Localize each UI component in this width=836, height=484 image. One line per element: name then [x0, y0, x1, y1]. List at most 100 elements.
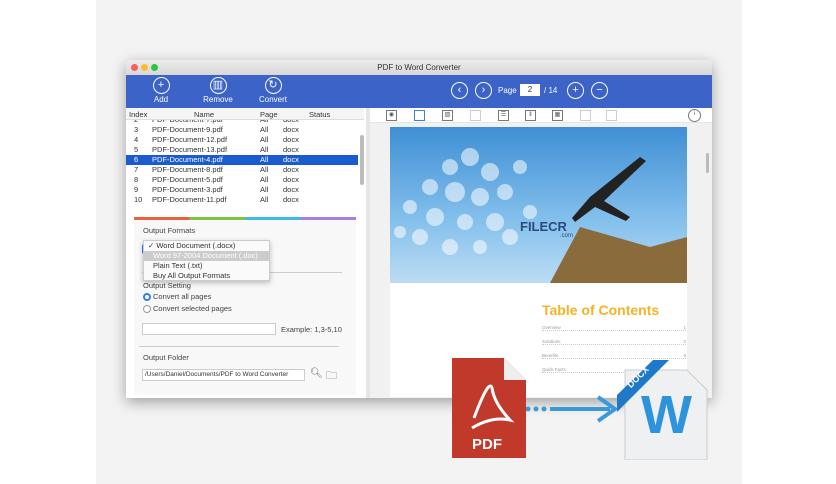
add-button[interactable]: + Add: [136, 77, 186, 104]
radio-unchecked-icon: [143, 305, 151, 314]
page-input[interactable]: 2: [520, 84, 540, 96]
range-example: Example: 1,3-5,10: [281, 325, 342, 334]
cell-index: 8: [134, 175, 139, 184]
cell-page: All: [260, 125, 269, 134]
pdf-page: FILECR .com Table of Contents Overview 1 …: [390, 127, 687, 397]
column-icon[interactable]: ‖: [525, 110, 536, 121]
table-row[interactable]: 5 PDF-Document-13.pdf All docx: [126, 145, 358, 155]
preview-scrollbar[interactable]: [706, 153, 709, 173]
page-range-input[interactable]: [142, 323, 276, 335]
cell-page: All: [260, 155, 269, 164]
toc-entry: Benefits 8: [542, 353, 686, 359]
zoom-out-button[interactable]: −: [591, 82, 608, 99]
next-page-button[interactable]: ›: [475, 82, 492, 99]
divider: [139, 346, 339, 347]
toolbar: + Add ▥ Remove ↻ Convert ‹ › Page 2 / 14 + …: [126, 75, 712, 108]
convert-all-radio[interactable]: Convert all pages: [143, 292, 212, 302]
output-formats-label: Output Formats: [143, 226, 196, 235]
format-option-doc[interactable]: Word 97-2004 Document (.doc): [144, 251, 269, 261]
file-list-scrollbar[interactable]: [360, 135, 364, 185]
cell-index: 6: [134, 155, 139, 164]
table-row[interactable]: 8 PDF-Document-5.pdf All docx: [126, 175, 358, 185]
minimize-button[interactable]: [141, 64, 148, 71]
cell-name: PDF-Document-9.pdf: [152, 125, 223, 134]
page-photo: FILECR .com: [390, 127, 687, 283]
cell-name: PDF-Document-12.pdf: [152, 135, 228, 144]
refresh-icon: ↻: [264, 77, 282, 94]
grid-icon[interactable]: [580, 110, 591, 121]
merge-icon[interactable]: [606, 110, 617, 121]
arrow-icon: [525, 395, 619, 423]
cell-name: PDF-Document-4.pdf: [152, 155, 223, 164]
watermark: FILECR: [520, 219, 567, 234]
cell-index: 5: [134, 145, 139, 154]
file-list-header: Index Name Page Status: [126, 108, 364, 120]
output-setting-label: Output Setting: [143, 281, 191, 290]
info-icon[interactable]: i: [688, 109, 701, 122]
table-row[interactable]: 10 PDF-Document-11.pdf All docx: [126, 195, 358, 205]
cell-index: 4: [134, 135, 139, 144]
toc-entry: Solutions 2: [542, 339, 686, 345]
convert-all-label: Convert all pages: [153, 292, 212, 301]
cell-name: PDF-Document-11.pdf: [152, 195, 227, 204]
pdf-file-icon: PDF: [452, 358, 526, 458]
plus-icon: +: [152, 77, 170, 94]
cell-index: 9: [134, 185, 139, 194]
trash-icon: ▥: [209, 77, 227, 94]
cell-name: PDF-Document-13.pdf: [152, 145, 228, 154]
convert-button[interactable]: ↻ Convert: [248, 77, 298, 104]
cell-page: All: [260, 175, 269, 184]
table-row[interactable]: 4 PDF-Document-12.pdf All docx: [126, 135, 358, 145]
cell-status: docx: [283, 195, 299, 204]
convert-selected-label: Convert selected pages: [153, 304, 232, 313]
cell-status: docx: [283, 125, 299, 134]
format-option-docx[interactable]: ✓ Word Document (.docx): [144, 241, 269, 251]
folder-path-input[interactable]: /Users/Daniel/Documents/PDF to Word Conv…: [142, 369, 305, 381]
cell-status: docx: [283, 155, 299, 164]
text-icon[interactable]: [470, 110, 481, 121]
radio-checked-icon: [143, 293, 151, 302]
cell-page: All: [260, 165, 269, 174]
cell-status: docx: [283, 145, 299, 154]
docx-file-icon: DOCX W: [617, 360, 711, 461]
browse-folder-icon[interactable]: 🔍︎: [310, 368, 323, 379]
zoom-button[interactable]: [151, 64, 158, 71]
app-window: PDF to Word Converter + Add ▥ Remove ↻ Conv…: [126, 60, 712, 398]
watermark-sub: .com: [560, 233, 574, 239]
table-row[interactable]: 7 PDF-Document-8.pdf All docx: [126, 165, 358, 175]
add-label: Add: [153, 95, 169, 104]
header-index[interactable]: Index: [129, 110, 147, 119]
toc-entry: Overview 1: [542, 325, 686, 331]
header-name[interactable]: Name: [194, 110, 214, 119]
cloud-plane-illustration: [394, 148, 687, 283]
convert-selected-radio[interactable]: Convert selected pages: [143, 304, 232, 314]
page-label: Page: [498, 86, 517, 95]
table-icon[interactable]: ▦: [552, 110, 563, 121]
header-status[interactable]: Status: [309, 110, 330, 119]
table-row[interactable]: 9 PDF-Document-3.pdf All docx: [126, 185, 358, 195]
image-icon[interactable]: ▨: [442, 110, 453, 121]
pdf-label: PDF: [472, 436, 502, 453]
cell-page: All: [260, 135, 269, 144]
format-option-txt[interactable]: Plain Text (.txt): [144, 261, 269, 271]
title-bar: PDF to Word Converter: [126, 60, 712, 75]
cell-status: docx: [283, 165, 299, 174]
cell-status: docx: [283, 135, 299, 144]
zoom-in-button[interactable]: +: [567, 82, 584, 99]
format-option-buy[interactable]: Buy All Output Formats: [144, 271, 269, 281]
table-row[interactable]: 3 PDF-Document-9.pdf All docx: [126, 125, 358, 135]
file-list: 2PDF-Document-7.pdfAlldocx3PDF-Document-…: [126, 120, 364, 216]
table-row[interactable]: 6 PDF-Document-4.pdf All docx: [126, 155, 358, 165]
view-icon[interactable]: ◉: [386, 110, 397, 121]
row-icon[interactable]: ☰: [498, 110, 509, 121]
window-title: PDF to Word Converter: [377, 63, 461, 72]
select-icon[interactable]: [414, 110, 425, 121]
cell-status: docx: [283, 185, 299, 194]
remove-button[interactable]: ▥ Remove: [193, 77, 243, 104]
cell-name: PDF-Document-8.pdf: [152, 165, 223, 174]
close-button[interactable]: [131, 64, 138, 71]
format-dropdown-menu: ✓ Word Document (.docx) Word 97-2004 Doc…: [143, 240, 270, 281]
prev-page-button[interactable]: ‹: [451, 82, 468, 99]
header-page[interactable]: Page: [260, 110, 278, 119]
open-folder-icon[interactable]: 🗀: [326, 367, 337, 386]
